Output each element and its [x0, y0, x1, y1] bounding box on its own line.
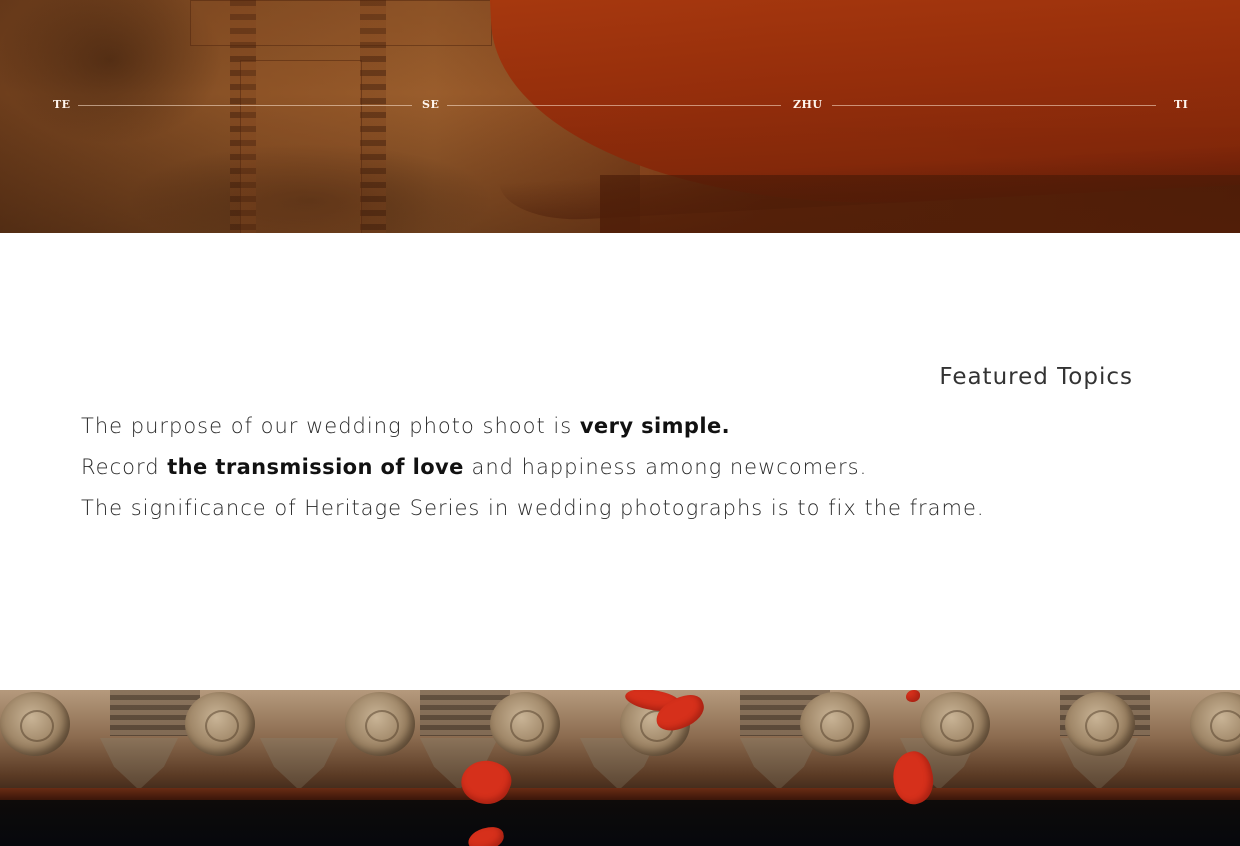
- roof-shadow: [0, 800, 1240, 846]
- topic-navigation: TE SE ZHU TI: [0, 0, 1240, 233]
- nav-item-ti[interactable]: TI: [1174, 98, 1188, 111]
- hero-banner: TE SE ZHU TI: [0, 0, 1240, 233]
- eave-tile: [345, 692, 415, 756]
- statement-text: The purpose of our wedding photo shoot i…: [81, 414, 580, 438]
- mission-statement: The purpose of our wedding photo shoot i…: [81, 410, 985, 533]
- statement-text: and happiness among newcomers.: [463, 455, 868, 479]
- eave-tile: [920, 692, 990, 756]
- nav-divider: [447, 105, 781, 106]
- roof-beam: [0, 788, 1240, 800]
- statement-text: The significance of Heritage Series in w…: [81, 496, 985, 520]
- nav-divider: [78, 105, 412, 106]
- statement-line-3: The significance of Heritage Series in w…: [81, 492, 985, 533]
- section-title: Featured Topics: [939, 364, 1133, 390]
- eave-tile: [1065, 692, 1135, 756]
- roof-tiles-banner: [0, 690, 1240, 846]
- drip-tile: [100, 738, 178, 790]
- eave-tile: [0, 692, 70, 756]
- statement-line-1: The purpose of our wedding photo shoot i…: [81, 410, 985, 451]
- rose-petal: [906, 690, 920, 702]
- eave-tile: [800, 692, 870, 756]
- statement-line-2: Record the transmission of love and happ…: [81, 451, 985, 492]
- drip-tile: [740, 738, 818, 790]
- eave-tile: [185, 692, 255, 756]
- nav-item-se[interactable]: SE: [422, 98, 439, 111]
- statement-emphasis: the transmission of love: [167, 455, 464, 479]
- eave-tile: [490, 692, 560, 756]
- nav-divider: [832, 105, 1156, 106]
- eave-tile: [1190, 692, 1240, 756]
- nav-item-te[interactable]: TE: [53, 98, 71, 111]
- drip-tile: [260, 738, 338, 790]
- statement-emphasis: very simple.: [579, 414, 730, 438]
- nav-item-zhu[interactable]: ZHU: [793, 98, 823, 111]
- statement-text: Record: [81, 455, 168, 479]
